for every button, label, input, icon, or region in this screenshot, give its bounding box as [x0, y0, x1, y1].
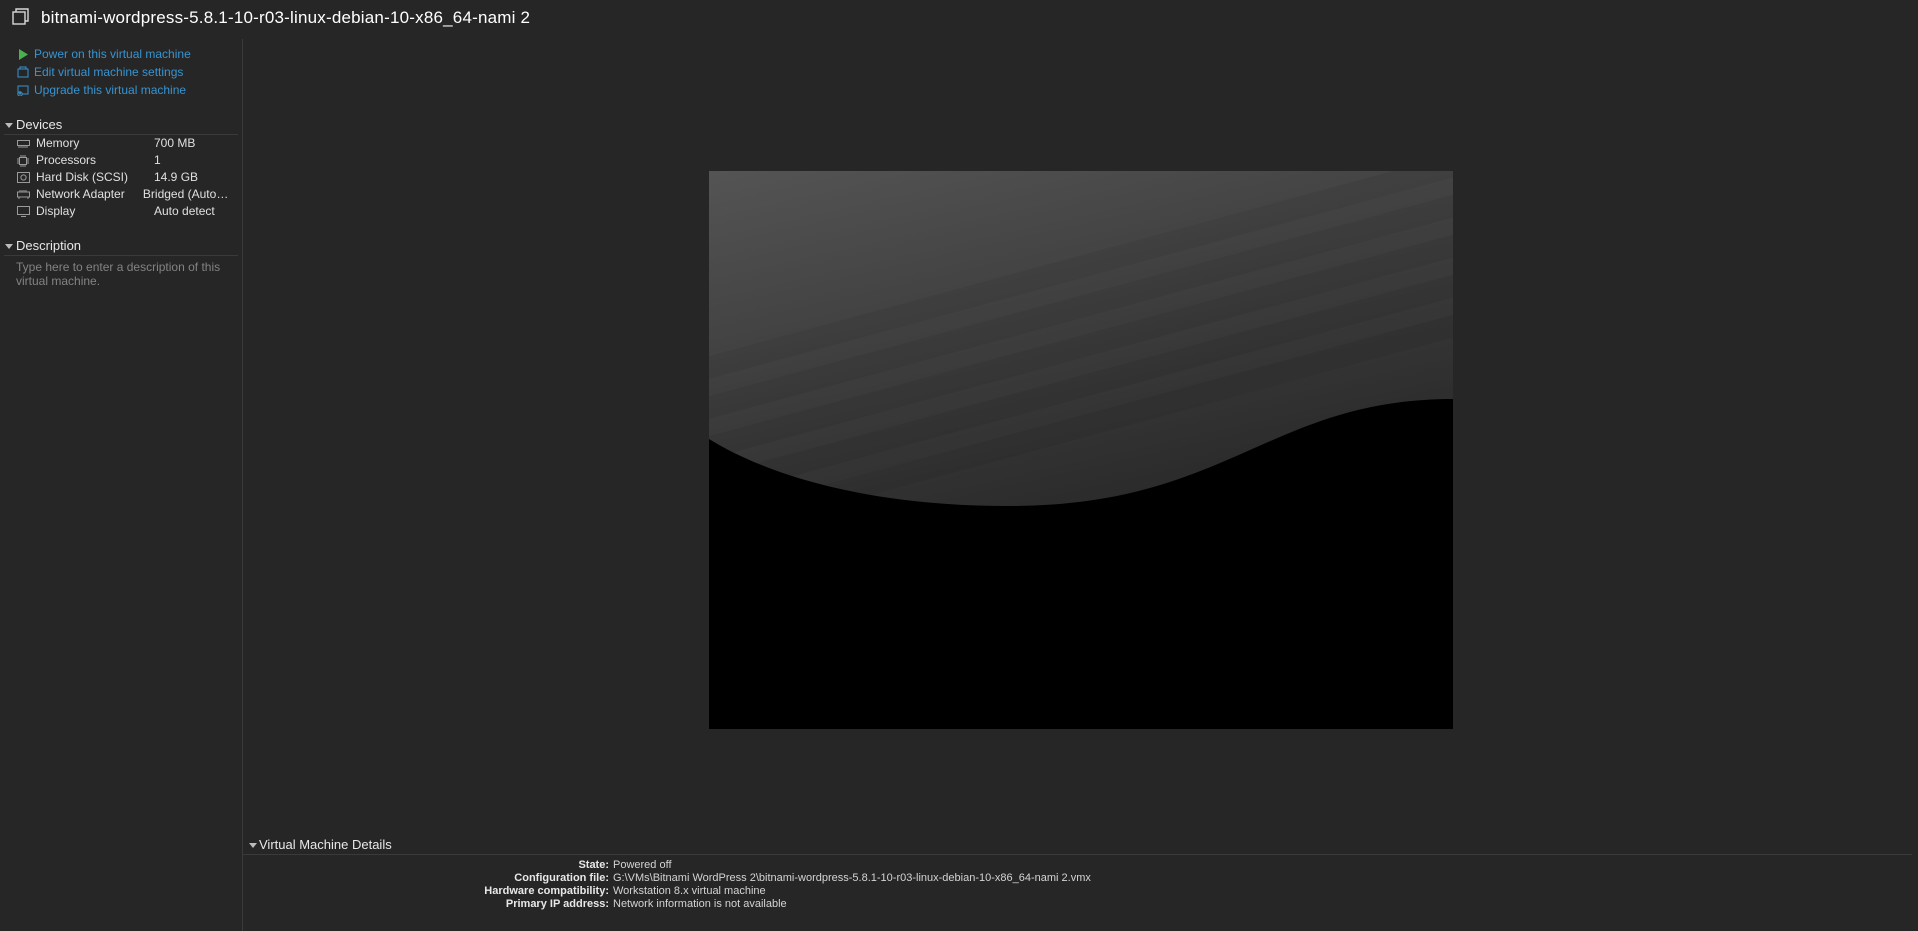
preview-area — [243, 39, 1918, 829]
devices-title: Devices — [16, 117, 62, 132]
device-label: Display — [36, 203, 75, 220]
description-title: Description — [16, 238, 81, 253]
description-header[interactable]: Description — [4, 238, 238, 256]
settings-icon — [16, 66, 30, 78]
edit-settings-link[interactable]: Edit virtual machine settings — [4, 63, 238, 81]
device-row-memory[interactable]: Memory 700 MB — [4, 135, 238, 152]
device-label: Processors — [36, 152, 96, 169]
disk-icon — [16, 172, 30, 183]
detail-value: Workstation 8.x virtual machine — [613, 885, 766, 898]
play-icon — [16, 49, 30, 60]
detail-key: Configuration file: — [243, 872, 613, 885]
detail-row-ip: Primary IP address: Network information … — [243, 898, 1918, 911]
detail-value: Network information is not available — [613, 898, 787, 911]
device-label: Network Adapter — [36, 186, 125, 203]
device-value: 14.9 GB — [154, 169, 198, 186]
device-value: Bridged (Automat... — [143, 186, 238, 203]
detail-key: State: — [243, 859, 613, 872]
device-value: 700 MB — [154, 135, 195, 152]
power-on-label: Power on this virtual machine — [34, 46, 191, 62]
upgrade-icon — [16, 84, 30, 96]
devices-header[interactable]: Devices — [4, 117, 238, 135]
detail-value: Powered off — [613, 859, 672, 872]
content: Power on this virtual machine Edit virtu… — [0, 39, 1918, 931]
vm-details-header[interactable]: Virtual Machine Details — [243, 837, 1912, 855]
device-row-display[interactable]: Display Auto detect — [4, 203, 238, 220]
detail-row-config: Configuration file: G:\VMs\Bitnami WordP… — [243, 872, 1918, 885]
caret-down-icon — [249, 837, 257, 852]
vm-details: Virtual Machine Details State: Powered o… — [243, 829, 1918, 931]
description-input[interactable]: Type here to enter a description of this… — [4, 256, 238, 288]
vm-title: bitnami-wordpress-5.8.1-10-r03-linux-deb… — [41, 8, 530, 28]
device-label: Hard Disk (SCSI) — [36, 169, 128, 186]
sidebar: Power on this virtual machine Edit virtu… — [0, 39, 243, 931]
network-icon — [16, 189, 30, 200]
detail-key: Primary IP address: — [243, 898, 613, 911]
title-bar: bitnami-wordpress-5.8.1-10-r03-linux-deb… — [0, 0, 1918, 39]
device-value: Auto detect — [154, 203, 215, 220]
power-on-link[interactable]: Power on this virtual machine — [4, 45, 238, 63]
detail-row-state: State: Powered off — [243, 859, 1918, 872]
caret-down-icon — [4, 121, 14, 129]
device-row-network[interactable]: Network Adapter Bridged (Automat... — [4, 186, 238, 203]
caret-down-icon — [4, 242, 14, 250]
cpu-icon — [16, 155, 30, 167]
detail-value: G:\VMs\Bitnami WordPress 2\bitnami-wordp… — [613, 872, 1091, 885]
device-label: Memory — [36, 135, 79, 152]
device-row-processors[interactable]: Processors 1 — [4, 152, 238, 169]
vm-details-title: Virtual Machine Details — [259, 837, 392, 852]
detail-key: Hardware compatibility: — [243, 885, 613, 898]
edit-settings-label: Edit virtual machine settings — [34, 64, 183, 80]
upgrade-label: Upgrade this virtual machine — [34, 82, 186, 98]
detail-row-hwcompat: Hardware compatibility: Workstation 8.x … — [243, 885, 1918, 898]
device-row-harddisk[interactable]: Hard Disk (SCSI) 14.9 GB — [4, 169, 238, 186]
main-pane: Virtual Machine Details State: Powered o… — [243, 39, 1918, 931]
device-value: 1 — [154, 152, 161, 169]
vm-preview — [709, 171, 1453, 729]
vm-icon — [11, 6, 31, 29]
display-icon — [16, 206, 30, 217]
memory-icon — [16, 139, 30, 149]
upgrade-link[interactable]: Upgrade this virtual machine — [4, 81, 238, 99]
